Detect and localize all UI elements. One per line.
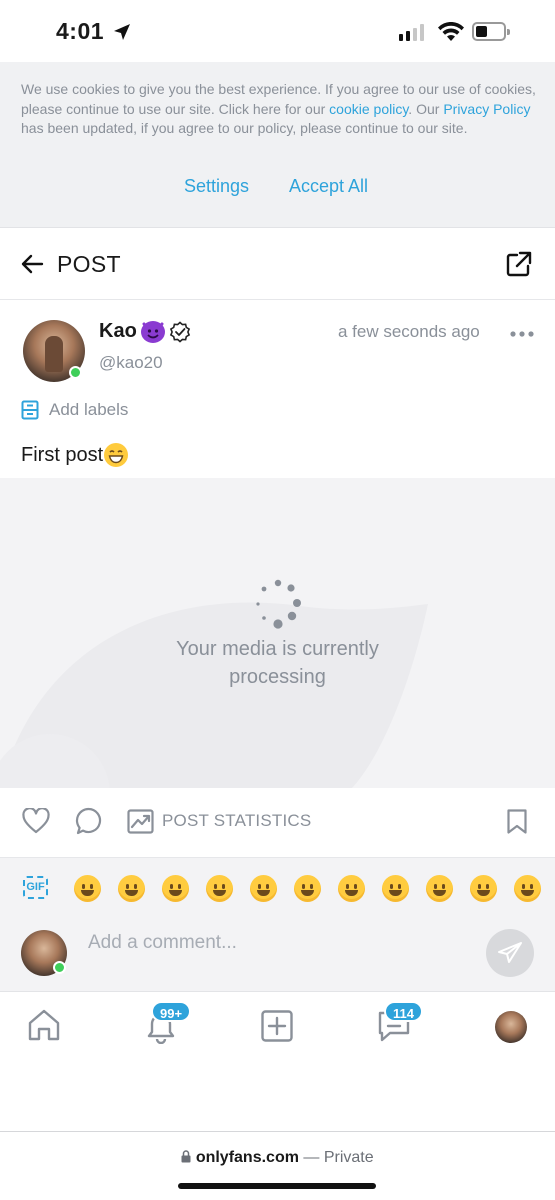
send-plane-icon [498, 942, 522, 963]
profile-avatar-tab[interactable] [495, 1011, 527, 1043]
url-display: onlyfans.com — Private [0, 1149, 555, 1167]
comment-input[interactable]: Add a comment... [88, 932, 237, 954]
watermark-logo-icon [0, 602, 428, 788]
cookie-settings-button[interactable]: Settings [184, 176, 249, 197]
post-statistics-button[interactable]: POST STATISTICS [162, 811, 311, 831]
gif-button[interactable]: GIF [23, 876, 48, 899]
media-processing-line-1: Your media is currently [176, 638, 379, 660]
cellular-signal-icon [399, 23, 424, 41]
squinting-face-emoji-icon[interactable] [338, 875, 365, 902]
send-comment-button[interactable] [486, 929, 534, 977]
post-header: POST [0, 228, 555, 300]
like-heart-icon[interactable] [22, 808, 50, 834]
author-name: Kao [99, 320, 137, 342]
share-icon[interactable] [505, 250, 533, 278]
media-processing-message: Your media is currently processing [0, 635, 555, 691]
grinning-smiling-eyes-emoji-icon[interactable] [250, 875, 277, 902]
commenter-online-indicator [53, 961, 66, 974]
media-processing-line-2: processing [229, 666, 326, 688]
cookie-banner: We use cookies to give you the best expe… [0, 62, 555, 228]
messages-badge: 114 [384, 1001, 423, 1022]
back-arrow-icon[interactable] [20, 252, 44, 276]
add-labels-button[interactable]: Add labels [21, 400, 128, 420]
relieved-face-emoji-icon[interactable] [514, 875, 541, 902]
smiling-devil-emoji-icon [140, 320, 165, 343]
cookie-text-part: . Our [408, 100, 444, 117]
cookie-policy-link[interactable]: cookie policy [329, 101, 408, 117]
post-text: First post [21, 443, 129, 467]
home-icon[interactable] [27, 1008, 61, 1042]
browser-url-bar[interactable]: onlyfans.com — Private [0, 1132, 555, 1200]
label-icon [21, 400, 39, 420]
notifications-badge: 99+ [151, 1001, 192, 1022]
cookie-message: We use cookies to give you the best expe… [21, 80, 539, 139]
home-indicator[interactable] [178, 1183, 376, 1189]
cookie-accept-all-button[interactable]: Accept All [289, 176, 368, 197]
page-title: POST [57, 251, 121, 277]
author-handle[interactable]: @kao20 [99, 353, 163, 373]
tears-of-joy-emoji-icon[interactable] [162, 875, 189, 902]
lock-icon [181, 1150, 191, 1163]
add-post-icon[interactable] [260, 1009, 294, 1043]
status-time: 4:01 [56, 18, 105, 44]
post-actions: POST STATISTICS [0, 788, 555, 858]
verified-badge-icon [169, 320, 190, 343]
grinning-big-eyes-emoji-icon[interactable] [206, 875, 233, 902]
add-labels-label: Add labels [49, 400, 129, 419]
wifi-icon [438, 22, 464, 41]
statistics-chart-icon[interactable] [127, 809, 154, 834]
bottom-tab-bar: 99+ 114 [0, 992, 555, 1132]
grinning-face-emoji-icon[interactable] [74, 875, 101, 902]
url-domain: onlyfans.com [195, 1149, 299, 1166]
comment-bubble-icon[interactable] [75, 807, 102, 835]
media-placeholder: Your media is currently processing [0, 478, 555, 788]
comment-composer: GIF [0, 858, 555, 992]
bookmark-icon[interactable] [506, 808, 528, 835]
grinning-sweat-emoji-icon[interactable] [294, 875, 321, 902]
privacy-policy-link[interactable]: Privacy Policy [443, 101, 530, 117]
beaming-face-emoji-icon [104, 443, 129, 467]
savoring-food-emoji-icon[interactable] [470, 875, 497, 902]
post-text-content: First post [21, 443, 104, 466]
location-arrow-icon [114, 24, 130, 40]
status-bar: 4:01 [0, 0, 555, 62]
loading-spinner-icon [256, 579, 301, 629]
more-options-icon[interactable] [510, 330, 534, 338]
winking-face-emoji-icon[interactable] [382, 875, 409, 902]
smiling-face-emoji-icon[interactable] [426, 875, 453, 902]
author-name-row[interactable]: Kao [99, 320, 191, 343]
url-private-label: — Private [298, 1149, 374, 1166]
beaming-face-emoji-icon[interactable] [118, 875, 145, 902]
battery-icon [472, 22, 510, 41]
online-status-indicator [69, 366, 82, 379]
post-timestamp: a few seconds ago [338, 322, 480, 341]
cookie-text-part: has been updated, if you agree to our po… [21, 120, 468, 136]
